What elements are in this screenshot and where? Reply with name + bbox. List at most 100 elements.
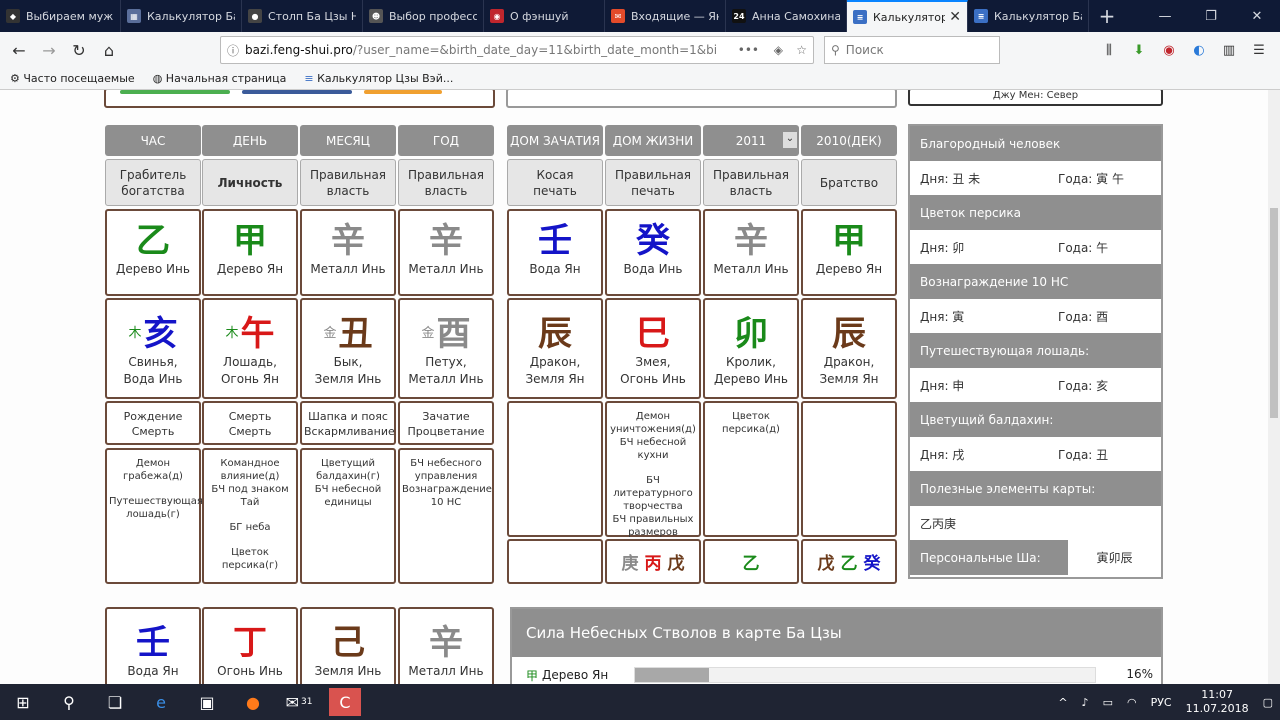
luck-stem-cell-0[interactable]: 壬 Вода Ян: [105, 607, 201, 684]
branch-glyph-row: 巳: [607, 314, 699, 354]
panel-header-1: Цветок персика: [910, 195, 1161, 230]
hidden-stem-glyph: 癸: [863, 554, 881, 574]
hidden-stem-glyph: 庚: [621, 554, 639, 574]
top-button-1[interactable]: [242, 90, 352, 94]
stage-cell-1: Смерть Смерть: [202, 401, 298, 445]
edge-icon[interactable]: e: [138, 684, 184, 720]
panel-header-4: Цветущий балдахин:: [910, 402, 1161, 437]
bookmark-home[interactable]: ◍ Начальная страница: [153, 72, 287, 85]
branch-cell-0: 木亥 Свинья, Вода Инь: [105, 298, 201, 399]
bookmark-star-icon[interactable]: ☆: [796, 43, 807, 57]
windows-start-icon[interactable]: ⊞: [0, 684, 46, 720]
store-icon[interactable]: ▣: [184, 684, 230, 720]
stem-glyph: 辛: [429, 221, 463, 261]
battery-icon[interactable]: ▭: [1096, 696, 1120, 709]
hidden-stems-row: 戊乙癸: [803, 541, 895, 582]
minimize-icon[interactable]: —: [1142, 0, 1188, 32]
hidden-stem-glyph: 戊: [667, 554, 685, 574]
luck-stem-cell-1[interactable]: 丁 Огонь Инь: [202, 607, 298, 684]
year-label: 2011: [735, 133, 767, 148]
new-tab-icon[interactable]: +: [1089, 0, 1125, 32]
strength-bar: [634, 667, 1096, 683]
tab-5[interactable]: ✉ Входящие — Ян: [605, 0, 726, 32]
panel-row-2: Дня: 寅 Года: 酉: [910, 299, 1161, 333]
extension-icon[interactable]: ◐: [1186, 36, 1212, 64]
luck-stem-cell-3[interactable]: 辛 Металл Инь: [398, 607, 494, 684]
app-icon[interactable]: C: [329, 688, 361, 716]
stars-cell-3: БЧ небесного управления Вознаграждение 10…: [398, 448, 494, 584]
tab-0[interactable]: ◆ Выбираем муж: [0, 0, 121, 32]
more-icon[interactable]: •••: [737, 43, 759, 57]
url-bar[interactable]: ⓘ bazi.feng-shui.pro/?user_name=&birth_d…: [220, 36, 814, 64]
branch-glyph: 辰: [538, 314, 572, 354]
wifi-icon[interactable]: ◠: [1120, 696, 1144, 709]
panel-year-value: Года: 丑: [1058, 447, 1109, 462]
language-indicator[interactable]: РУС: [1144, 696, 1179, 709]
home-icon[interactable]: ⌂: [94, 35, 124, 65]
relation-type-text: Косая печать: [533, 167, 577, 198]
tab-8[interactable]: ≡ Калькулятор Ба: [968, 0, 1089, 32]
stem-glyph: 甲: [832, 221, 866, 261]
scrollbar-thumb[interactable]: [1270, 208, 1278, 418]
stem-cell-0: 乙 Дерево Инь: [105, 209, 201, 296]
reload-icon[interactable]: ↻: [64, 35, 94, 65]
close-window-icon[interactable]: ✕: [1234, 0, 1280, 32]
task-view-icon[interactable]: ❏: [92, 684, 138, 720]
menu-icon[interactable]: ☰: [1246, 36, 1272, 64]
branch-glyph: 酉: [436, 314, 471, 354]
luck-stem-label: Земля Инь: [314, 664, 382, 678]
close-tab-icon[interactable]: ✕: [949, 9, 961, 25]
stem-label: Металл Инь: [713, 262, 789, 276]
tab-1[interactable]: ▦ Калькулятор Ба: [121, 0, 242, 32]
panel-header-0: Благородный человек: [910, 126, 1161, 161]
stars-cell-6: Цветок персика(д): [703, 401, 799, 537]
tab-2[interactable]: ● Столп Ба Цзы Н: [242, 0, 363, 32]
volume-icon[interactable]: ♪: [1075, 696, 1096, 709]
tab-label: Входящие — Ян: [631, 9, 719, 23]
relation-type-6: Правильная власть: [703, 159, 799, 206]
adblock-icon[interactable]: ◉: [1156, 36, 1182, 64]
top-button-0[interactable]: [120, 90, 230, 94]
info-icon[interactable]: ⓘ: [227, 42, 239, 59]
star-text: БЧ небесного управления: [410, 458, 482, 482]
clock[interactable]: 11:07 11.07.2018: [1179, 688, 1256, 716]
sidebar-icon[interactable]: ▥: [1216, 36, 1242, 64]
element-mark: 木: [225, 326, 239, 341]
stem-glyph: 辛: [331, 221, 365, 261]
hidden-stem-glyph: 乙: [840, 554, 858, 574]
stars-cell-0: Демон грабежа(д) Путешествующая лошадь(г): [105, 448, 203, 584]
pocket-icon[interactable]: ◈: [773, 43, 783, 57]
tab-label: Калькулятор Ба: [994, 9, 1082, 23]
forward-icon[interactable]: →: [34, 35, 64, 65]
tab-4[interactable]: ◉ О фэншуй: [484, 0, 605, 32]
bookmark-most-visited[interactable]: ⚙ Часто посещаемые: [10, 72, 135, 85]
search-placeholder: Поиск: [845, 43, 884, 57]
bookmark-calculator[interactable]: ≡ Калькулятор Цзы Вэй...: [304, 72, 453, 85]
tab-favicon-icon: ☻: [369, 9, 383, 23]
pillar-header-6[interactable]: 2011 ⌄: [703, 125, 799, 156]
library-icon[interactable]: ⫼: [1096, 36, 1122, 64]
search-input[interactable]: ⚲ Поиск: [824, 36, 1000, 64]
tab-7[interactable]: ≡ Калькулятор ✕: [847, 0, 968, 32]
stars-cell-4: [507, 401, 603, 537]
vertical-scrollbar[interactable]: [1268, 90, 1280, 684]
url-path: /?user_name=&birth_date_day=11&birth_dat…: [352, 43, 718, 57]
top-button-2[interactable]: [364, 90, 442, 94]
branch-cell-3: 金酉 Петух, Металл Инь: [398, 298, 494, 399]
search-icon[interactable]: ⚲: [46, 684, 92, 720]
notifications-icon[interactable]: ▢: [1256, 696, 1280, 709]
firefox-icon[interactable]: ●: [230, 684, 276, 720]
star-text: Цветок персика(д): [722, 411, 780, 435]
mail-icon[interactable]: ✉ 31: [276, 684, 322, 720]
tab-3[interactable]: ☻ Выбор професс: [363, 0, 484, 32]
back-icon[interactable]: ←: [4, 35, 34, 65]
branch-animal: Свинья,: [128, 355, 178, 369]
restore-icon[interactable]: ❐: [1188, 0, 1234, 32]
luck-stem-cell-2[interactable]: 己 Земля Инь: [300, 607, 396, 684]
branch-element: Земля Ян: [819, 372, 879, 386]
tray-arrow-icon[interactable]: ^: [1051, 696, 1074, 709]
tab-6[interactable]: 24 Анна Самохина: [726, 0, 847, 32]
download-icon[interactable]: ⬇: [1126, 36, 1152, 64]
chevron-down-icon[interactable]: ⌄: [783, 132, 797, 148]
